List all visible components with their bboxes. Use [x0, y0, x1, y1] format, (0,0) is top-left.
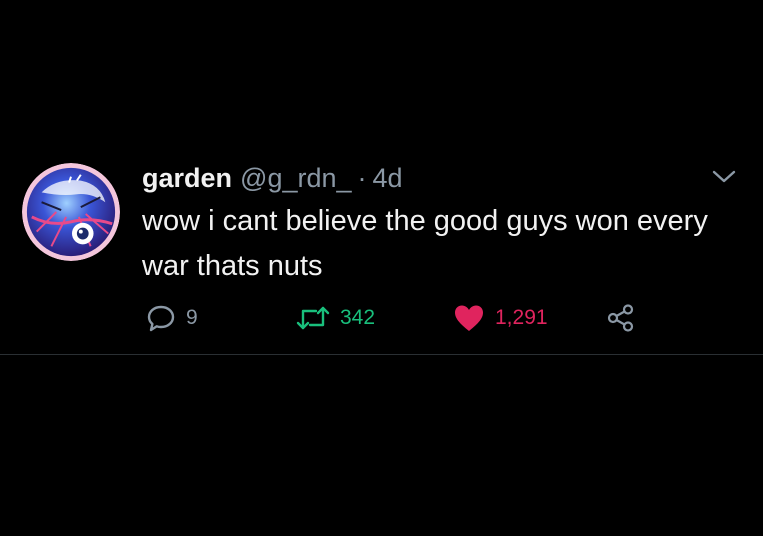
reply-bubble-icon [147, 305, 175, 332]
heart-icon [455, 305, 483, 331]
user-handle[interactable]: @g_rdn_ [240, 160, 351, 196]
retweet-count: 342 [340, 306, 376, 329]
tweet-divider [0, 354, 763, 355]
tweet-header: garden @g_rdn_ · 4d [142, 160, 403, 196]
more-options-button[interactable] [710, 166, 738, 186]
separator-dot: · [357, 163, 367, 193]
tweet-text: wow i cant believe the good guys won eve… [142, 205, 708, 282]
reply-button[interactable]: 9 [146, 300, 198, 336]
avatar-image [22, 163, 120, 261]
display-name[interactable]: garden [142, 160, 232, 196]
retweet-button[interactable]: 342 [296, 300, 375, 336]
timestamp[interactable]: 4d [373, 160, 403, 196]
like-button[interactable]: 1,291 [453, 300, 548, 336]
chevron-down-icon [712, 170, 736, 183]
share-icon [607, 304, 634, 332]
tweet[interactable]: garden @g_rdn_ · 4d wow i cant believe t… [0, 0, 763, 356]
avatar[interactable] [22, 163, 120, 261]
share-button[interactable] [606, 300, 636, 336]
tweet-actions: 9 342 1,291 [0, 300, 763, 336]
retweet-icon [296, 306, 330, 330]
like-count: 1,291 [495, 306, 548, 329]
reply-count: 9 [186, 306, 198, 329]
